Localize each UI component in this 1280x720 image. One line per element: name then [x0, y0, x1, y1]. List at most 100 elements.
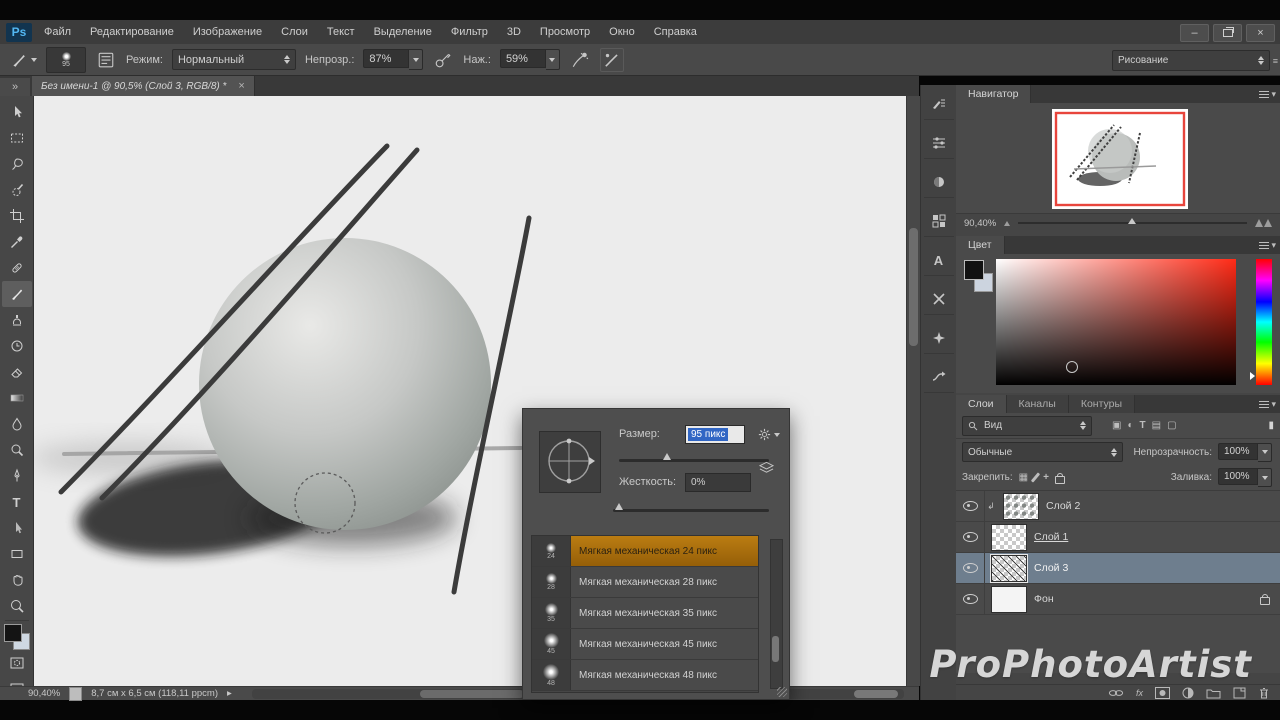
layer-thumbnail[interactable] — [990, 553, 1028, 583]
gradient-tool[interactable] — [2, 385, 32, 411]
add-mask-icon[interactable] — [1155, 686, 1170, 699]
crop-tool[interactable] — [2, 203, 32, 229]
delete-layer-icon[interactable] — [1258, 687, 1270, 699]
panel-menu-button[interactable]: ▾ — [1259, 89, 1276, 100]
brush-angle-preview[interactable] — [539, 431, 601, 493]
menu-image[interactable]: Изображение — [193, 26, 262, 38]
layer-style-icon[interactable]: fx — [1136, 688, 1143, 698]
layer-blend-mode-select[interactable]: Обычные — [962, 442, 1124, 462]
visibility-toggle[interactable] — [956, 584, 985, 614]
horizontal-scroll-thumb[interactable] — [420, 690, 524, 698]
vertical-scrollbar[interactable] — [906, 96, 920, 686]
panel-paths[interactable] — [923, 362, 954, 393]
eyedropper-tool[interactable] — [2, 229, 32, 255]
panel-adjustments[interactable] — [923, 128, 954, 159]
opacity-control[interactable]: 87% — [363, 49, 424, 70]
layer-row-1[interactable]: Слой 1 — [956, 522, 1280, 553]
workspace-select[interactable]: Рисование — [1112, 50, 1270, 71]
menu-3d[interactable]: 3D — [507, 26, 521, 38]
airbrush-button[interactable] — [569, 49, 591, 71]
brush-panel-shortcut-button[interactable] — [758, 461, 775, 480]
path-selection-tool[interactable] — [2, 515, 32, 541]
menu-help[interactable]: Справка — [654, 26, 697, 38]
menu-view[interactable]: Просмотр — [540, 26, 590, 38]
brush-preset-row-selected[interactable]: 24 Мягкая механическая 24 пикс — [532, 536, 758, 567]
layer-row-background[interactable]: Фон — [956, 584, 1280, 615]
layer-opacity-value[interactable]: 100% — [1218, 442, 1258, 460]
tab-navigator[interactable]: Навигатор — [956, 85, 1032, 103]
status-expand-icon[interactable]: ▸ — [227, 688, 232, 699]
marquee-tool[interactable] — [2, 125, 32, 151]
vertical-scroll-thumb[interactable] — [909, 228, 918, 346]
tab-paths[interactable]: Контуры — [1068, 395, 1136, 413]
layer-row-3-selected[interactable]: Слой 3 — [956, 553, 1280, 584]
layer-thumbnail[interactable] — [991, 585, 1027, 613]
slider-thumb[interactable] — [1128, 218, 1137, 224]
navigator-zoom-slider[interactable] — [1018, 218, 1247, 224]
menu-select[interactable]: Выделение — [374, 26, 432, 38]
filter-pixel-layers-icon[interactable]: ▣ — [1112, 420, 1121, 431]
foreground-color-swatch[interactable] — [3, 624, 22, 642]
navigator-thumbnail[interactable] — [1052, 109, 1188, 209]
layer-fill-control[interactable]: 100% — [1218, 468, 1272, 487]
move-tool[interactable] — [2, 99, 32, 125]
foreground-color-swatch[interactable] — [964, 260, 984, 280]
clone-stamp-tool[interactable] — [2, 307, 32, 333]
flow-value[interactable]: 59% — [499, 49, 546, 68]
filter-toggle-icon[interactable]: ▮ — [1268, 420, 1274, 431]
toggle-brush-panel-button[interactable] — [95, 49, 117, 71]
brush-list-scrollbar[interactable] — [770, 539, 783, 689]
panel-color-swatches[interactable] — [964, 260, 994, 294]
document-tab[interactable]: Без имени-1 @ 90,5% (Слой 3, RGB/8) * × — [32, 76, 255, 96]
visibility-toggle[interactable] — [956, 491, 985, 521]
blend-mode-select[interactable]: Нормальный — [171, 49, 296, 70]
menu-filter[interactable]: Фильтр — [451, 26, 488, 38]
brush-list-scroll-thumb[interactable] — [772, 636, 779, 662]
menu-edit[interactable]: Редактирование — [90, 26, 174, 38]
panel-patterns[interactable] — [923, 206, 954, 237]
visibility-toggle[interactable] — [956, 553, 985, 583]
link-layers-icon[interactable] — [1108, 687, 1124, 699]
brush-preset-row[interactable]: 48 Мягкая механическая 48 пикс — [532, 660, 758, 691]
layer-name[interactable]: Слой 2 — [1046, 500, 1080, 512]
layer-opacity-control[interactable]: 100% — [1218, 442, 1272, 462]
layer-fill-value[interactable]: 100% — [1218, 468, 1258, 485]
brush-preset-button[interactable]: 95 — [46, 46, 86, 73]
panel-styles[interactable] — [923, 323, 954, 354]
color-swatches[interactable] — [3, 624, 30, 650]
filter-type-layers-icon[interactable]: T — [1140, 420, 1146, 431]
lasso-tool[interactable] — [2, 151, 32, 177]
filter-smart-objects-icon[interactable]: ▢ — [1167, 420, 1176, 431]
lock-pixels-icon[interactable] — [1030, 472, 1041, 483]
shape-tool[interactable] — [2, 541, 32, 567]
tab-color[interactable]: Цвет — [956, 236, 1005, 254]
brush-size-input[interactable]: 95 пикс — [685, 425, 745, 444]
options-panel-menu-icon[interactable]: ≡ — [1273, 56, 1278, 66]
fill-dropdown-button[interactable] — [1258, 468, 1272, 487]
new-layer-icon[interactable] — [1233, 687, 1246, 699]
hue-slider[interactable] — [1256, 259, 1272, 385]
status-zoom[interactable]: 90,40% — [28, 688, 60, 699]
flow-dropdown-button[interactable] — [545, 49, 560, 70]
panel-menu-button[interactable]: ▾ — [1259, 240, 1276, 251]
opacity-value[interactable]: 87% — [363, 49, 410, 68]
layer-name[interactable]: Слой 3 — [1034, 562, 1068, 574]
quick-selection-tool[interactable] — [2, 177, 32, 203]
popup-resize-grip[interactable] — [777, 687, 787, 697]
brush-preset-row[interactable]: 45 Мягкая механическая 45 пикс — [532, 629, 758, 660]
quick-mask-button[interactable] — [2, 650, 32, 676]
tool-preset-picker[interactable] — [10, 51, 37, 69]
opacity-dropdown-button[interactable] — [1258, 442, 1272, 462]
menu-type[interactable]: Текст — [327, 26, 355, 38]
lock-all-icon[interactable] — [1054, 472, 1065, 484]
flow-control[interactable]: 59% — [499, 49, 560, 70]
panel-tool-presets[interactable] — [923, 284, 954, 315]
brush-preset-row[interactable]: 35 Мягкая механическая 35 пикс — [532, 598, 758, 629]
panel-character[interactable]: A — [923, 245, 954, 276]
tab-layers[interactable]: Слои — [956, 395, 1007, 413]
color-picker-marker[interactable] — [1066, 361, 1078, 373]
history-brush-tool[interactable] — [2, 333, 32, 359]
spot-healing-tool[interactable] — [2, 255, 32, 281]
close-button[interactable]: × — [1246, 24, 1275, 42]
filter-adjustment-layers-icon[interactable]: ◐ — [1127, 420, 1133, 431]
